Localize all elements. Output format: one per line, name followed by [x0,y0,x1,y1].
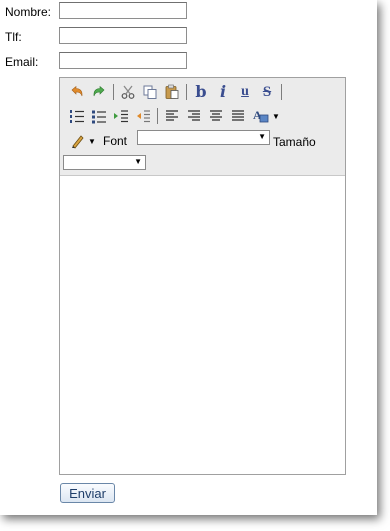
align-center-icon[interactable] [205,106,227,126]
email-label: Email: [5,55,39,69]
font-select[interactable]: ▼ [137,130,270,145]
editor-toolbar: b i u S A ▼ ▼ Font ▼ Tamaño ▼ [60,78,345,176]
name-label: Nombre: [5,5,52,19]
toolbar-separator [157,108,158,124]
italic-glyph: i [219,82,227,101]
rich-text-editor: b i u S A ▼ ▼ Font ▼ Tamaño ▼ [59,77,346,475]
email-field[interactable] [59,52,187,69]
align-right-icon[interactable] [183,106,205,126]
indent-icon[interactable] [110,106,132,126]
underline-glyph: u [241,84,249,99]
align-left-icon[interactable] [161,106,183,126]
copy-icon[interactable] [139,82,161,102]
editor-content-area[interactable] [60,176,345,474]
toolbar-separator [186,84,187,100]
font-label: Font [103,134,128,148]
toolbar-separator [113,84,114,100]
undo-icon[interactable] [66,82,88,102]
outdent-icon[interactable] [132,106,154,126]
strikethrough-icon[interactable]: S [256,82,278,102]
toolbar-row-3: ▼ Font [66,131,127,151]
bold-icon[interactable]: b [190,82,212,102]
justify-icon[interactable] [227,106,249,126]
toolbar-row-1: b i u S [66,82,285,102]
phone-field[interactable] [59,27,187,44]
chevron-down-icon: ▼ [134,157,142,166]
paste-icon[interactable] [161,82,183,102]
text-color-icon[interactable]: A ▼ [249,106,283,126]
italic-icon[interactable]: i [212,82,234,102]
bold-glyph: b [195,82,207,101]
cut-icon[interactable] [117,82,139,102]
phone-label: Tlf: [5,30,22,44]
submit-button[interactable]: Enviar [60,483,115,503]
form-panel: Nombre: Tlf: Email: b i u S A ▼ ▼ Font ▼… [0,0,377,515]
unordered-list-icon[interactable] [88,106,110,126]
strike-glyph: S [262,84,272,100]
chevron-down-icon: ▼ [258,132,266,141]
redo-icon[interactable] [88,82,110,102]
chevron-down-icon: ▼ [272,111,280,121]
chevron-down-icon: ▼ [88,136,96,146]
underline-icon[interactable]: u [234,82,256,102]
toolbar-separator [281,84,282,100]
ordered-list-icon[interactable] [66,106,88,126]
size-select[interactable]: ▼ [63,155,146,170]
toolbar-row-2: A ▼ [66,106,283,126]
size-label: Tamaño [273,135,316,149]
name-field[interactable] [59,2,187,19]
background-color-icon[interactable]: ▼ [66,131,100,151]
